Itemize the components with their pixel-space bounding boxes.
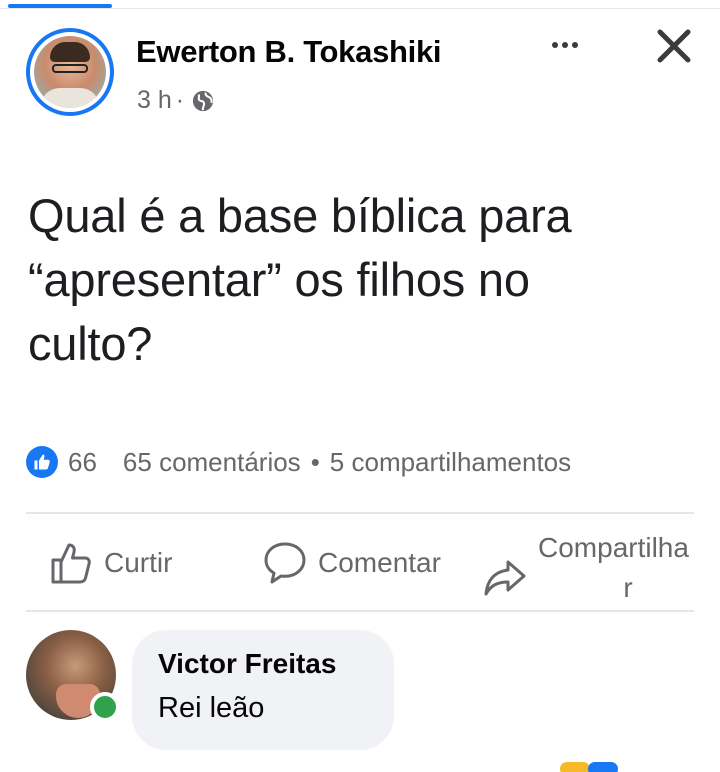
commenter-name[interactable]: Victor Freitas xyxy=(158,648,368,680)
action-bar: Curtir Comentar Compartilha r xyxy=(0,520,720,606)
post-text-line: Qual é a base bíblica para xyxy=(28,189,572,242)
shares-count[interactable]: 5 compartilhamentos xyxy=(330,447,571,478)
share-label: Compartilha r xyxy=(538,528,720,608)
post-text-line: culto? xyxy=(28,317,153,370)
thumbs-up-icon xyxy=(51,543,91,584)
comment-bubble-icon xyxy=(264,542,306,584)
post-stats: 66 65 comentários • 5 compartilhamentos xyxy=(26,446,571,478)
reactions-count[interactable]: 66 xyxy=(68,447,97,478)
share-button[interactable]: Compartilha r xyxy=(482,528,720,608)
meta-separator: · xyxy=(175,86,185,114)
author-avatar[interactable] xyxy=(26,28,114,116)
comment-label: Comentar xyxy=(318,547,441,578)
divider xyxy=(26,512,694,514)
post-text-line: “apresentar” os filhos no xyxy=(28,253,530,306)
comment-button[interactable]: Comentar xyxy=(262,540,441,586)
author-name[interactable]: Ewerton B. Tokashiki xyxy=(136,34,442,70)
online-status-dot xyxy=(90,692,120,722)
like-button[interactable]: Curtir xyxy=(48,540,172,586)
post-time[interactable]: 3 h xyxy=(137,86,172,115)
like-reaction-icon[interactable] xyxy=(26,446,58,478)
reaction-icon xyxy=(588,762,618,772)
stats-separator: • xyxy=(310,446,320,477)
comment-text: Rei leão xyxy=(158,692,265,724)
comment-bubble[interactable]: Victor Freitas Rei leão xyxy=(132,630,394,750)
comments-count[interactable]: 65 comentários xyxy=(123,447,301,478)
like-label: Curtir xyxy=(104,547,173,578)
reaction-icon xyxy=(560,762,590,772)
author-photo xyxy=(34,36,106,108)
close-icon[interactable] xyxy=(654,26,694,66)
share-arrow-icon xyxy=(484,560,526,596)
post-text: Qual é a base bíblica para “apresentar” … xyxy=(28,184,708,376)
share-label-line: r xyxy=(623,572,633,603)
top-divider xyxy=(0,8,720,9)
post-meta: 3 h · xyxy=(137,86,214,115)
more-options-icon[interactable] xyxy=(552,42,578,48)
post-screen: Ewerton B. Tokashiki 3 h · Qual é a base… xyxy=(0,0,720,772)
share-label-line: Compartilha xyxy=(538,532,689,563)
globe-icon xyxy=(193,90,214,111)
divider xyxy=(26,610,694,612)
cut-off-comment-row xyxy=(0,760,720,772)
